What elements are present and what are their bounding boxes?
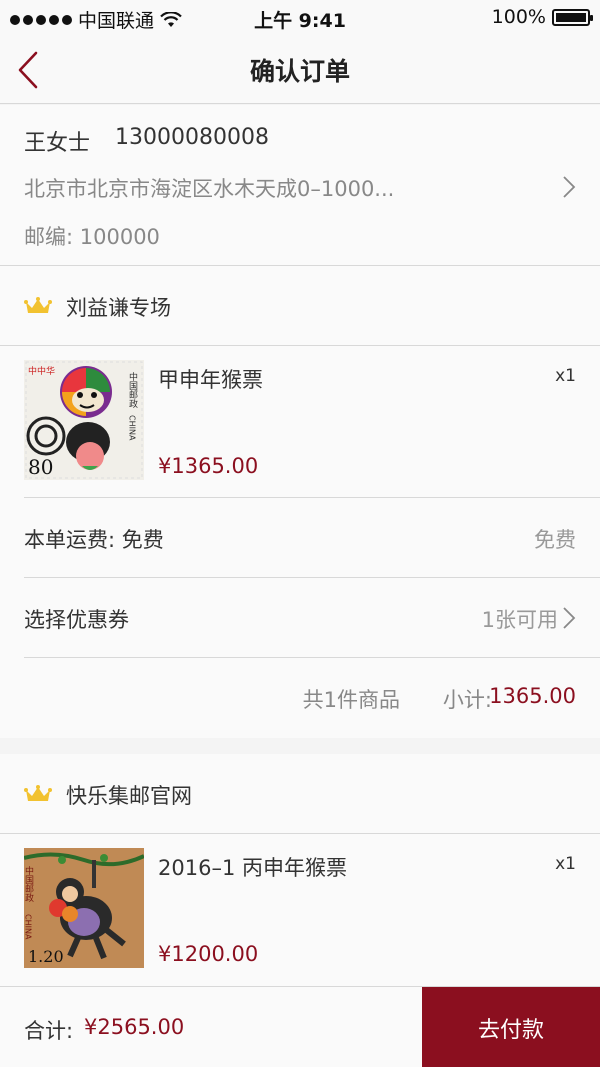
status-bar: 中国联通 上午 9:41 100% — [0, 0, 600, 36]
stamp-brand-en-text: CHINA — [128, 415, 137, 441]
product-image: 中国邮政 CHINA 1.20 — [24, 848, 144, 968]
subtotal-value: 1365.00 — [489, 684, 576, 708]
crown-icon — [24, 785, 52, 801]
item-count: 共1件商品 — [302, 688, 400, 712]
stamp-value-text: 80 — [28, 455, 53, 479]
store-section: 刘益谦专场 中中华 中国邮政 CHINA 80 甲申年猴票 x1 ¥1365.0… — [0, 266, 600, 738]
checkout-bar: 合计: ¥2565.00 去付款 — [0, 986, 600, 1067]
store-header: 快乐集邮官网 — [0, 754, 600, 834]
product-price: ¥1365.00 — [158, 454, 259, 478]
coupon-label: 选择优惠券 — [24, 608, 129, 632]
stamp-brand-text: 中国邮政 — [24, 865, 34, 903]
store-name: 快乐集邮官网 — [66, 784, 192, 808]
product-title: 甲申年猴票 — [158, 368, 263, 392]
stamp-brand-text: 中国邮政 — [127, 371, 138, 409]
chevron-right-icon — [563, 176, 576, 198]
address-line: 北京市北京市海淀区水木天成0–1000... — [24, 177, 395, 201]
battery-icon — [552, 8, 593, 26]
subtotal-label: 小计: — [442, 688, 492, 712]
status-right: 100% — [491, 6, 593, 28]
shipping-value: 免费 — [534, 528, 576, 552]
store-section: 快乐集邮官网 中国邮政 CHINA 1.20 2016–1 丙申年猴票 x1 ¥… — [0, 754, 600, 986]
product-image: 中中华 中国邮政 CHINA 80 — [24, 360, 144, 480]
svg-text:中中华: 中中华 — [28, 365, 55, 377]
address-zip: 邮编: 100000 — [24, 225, 160, 249]
page-title: 确认订单 — [249, 57, 350, 86]
chevron-right-icon — [563, 607, 576, 629]
total-label: 合计: — [24, 1019, 74, 1043]
battery-percent: 100% — [491, 6, 546, 28]
store-summary: 共1件商品 小计: 1365.00 — [0, 658, 600, 738]
product-quantity: x1 — [555, 854, 576, 874]
store-name: 刘益谦专场 — [66, 296, 171, 320]
order-item[interactable]: 中国邮政 CHINA 1.20 2016–1 丙申年猴票 x1 ¥1200.00 — [0, 834, 600, 986]
stamp-brand-en-text: CHINA — [24, 914, 33, 940]
shipping-row: 本单运费: 免费 免费 — [24, 498, 600, 578]
shipping-address[interactable]: 王女士 13000080008 北京市北京市海淀区水木天成0–1000... 邮… — [0, 105, 600, 266]
stamp-value-text: 1.20 — [28, 947, 64, 966]
coupon-row[interactable]: 选择优惠券 1张可用 — [24, 578, 600, 658]
recipient-phone: 13000080008 — [115, 125, 269, 150]
shipping-label: 本单运费: 免费 — [24, 528, 164, 552]
recipient-name: 王女士 — [24, 131, 91, 156]
coupon-value: 1张可用 — [481, 608, 558, 632]
order-item[interactable]: 中中华 中国邮政 CHINA 80 甲申年猴票 x1 ¥1365.00 — [0, 346, 600, 498]
total-value: ¥2565.00 — [84, 1015, 185, 1039]
product-price: ¥1200.00 — [158, 942, 259, 966]
product-quantity: x1 — [555, 366, 576, 386]
crown-icon — [24, 297, 52, 313]
pay-button[interactable]: 去付款 — [422, 987, 600, 1067]
store-header: 刘益谦专场 — [0, 266, 600, 346]
nav-bar: 确认订单 — [0, 36, 600, 104]
product-title: 2016–1 丙申年猴票 — [158, 856, 347, 880]
